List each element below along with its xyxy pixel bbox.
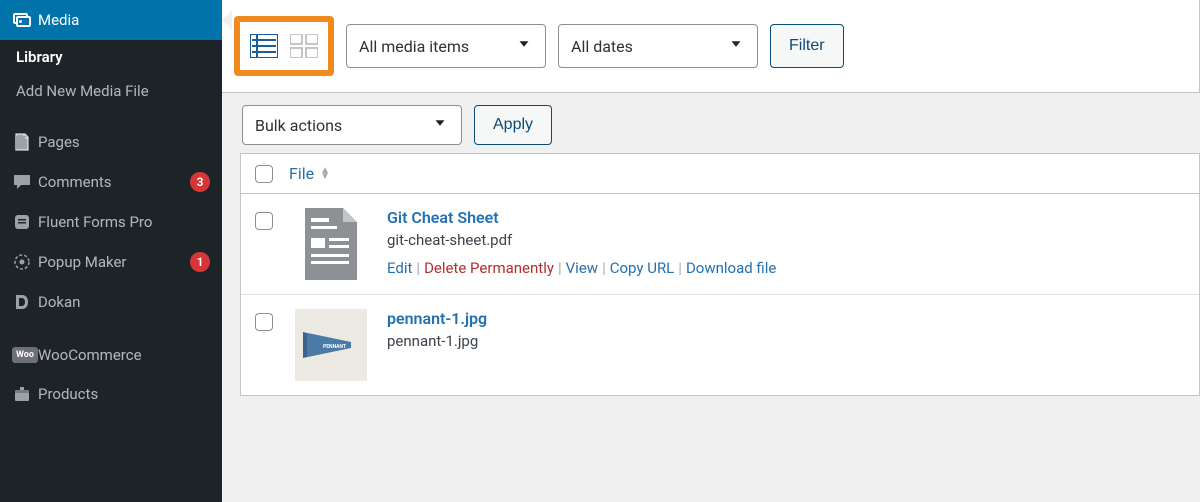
sort-indicator-icon: ▲▼ — [320, 168, 330, 180]
pages-icon — [12, 132, 38, 152]
file-info: Git Cheat Sheet git-cheat-sheet.pdf Edit|D… — [387, 208, 776, 277]
list-icon — [250, 34, 278, 58]
sidebar-item-products[interactable]: Products — [0, 374, 222, 414]
row-checkbox[interactable] — [255, 212, 273, 230]
date-filter-label: All dates — [571, 37, 633, 56]
action-edit[interactable]: Edit — [387, 259, 412, 277]
sidebar-item-label: Products — [38, 385, 210, 403]
file-info: pennant-1.jpg pennant-1.jpg — [387, 309, 487, 350]
bulk-actions-select[interactable]: Bulk actions — [242, 105, 462, 145]
apply-button[interactable]: Apply — [474, 105, 552, 145]
sidebar-item-label: Pages — [38, 133, 210, 151]
sidebar-item-label: WooCommerce — [38, 346, 210, 364]
sidebar-item-dokan[interactable]: Dokan — [0, 282, 222, 322]
date-filter[interactable]: All dates — [558, 24, 758, 68]
file-name: pennant-1.jpg — [387, 332, 487, 350]
dokan-icon — [12, 292, 38, 312]
document-icon — [295, 208, 367, 280]
row-checkbox[interactable] — [255, 313, 273, 331]
sidebar-item-popup-maker[interactable]: Popup Maker 1 — [0, 242, 222, 282]
chevron-down-icon — [431, 114, 449, 136]
form-icon — [12, 212, 38, 232]
sidebar-sub-add-new[interactable]: Add New Media File — [0, 74, 222, 108]
sidebar-item-label: Dokan — [38, 293, 210, 311]
notification-badge: 3 — [190, 172, 210, 192]
column-header-file-label: File — [289, 164, 314, 183]
file-title[interactable]: pennant-1.jpg — [387, 309, 487, 328]
action-download-file[interactable]: Download file — [686, 259, 776, 277]
chevron-down-icon — [515, 35, 533, 57]
comment-icon — [12, 172, 38, 192]
table-row: PENNANT pennant-1.jpg pennant-1.jpg — [241, 295, 1199, 395]
file-title[interactable]: Git Cheat Sheet — [387, 208, 776, 227]
woo-icon: Woo — [12, 347, 38, 363]
bulk-actions-label: Bulk actions — [255, 116, 342, 135]
table-row: Git Cheat Sheet git-cheat-sheet.pdf Edit|D… — [241, 194, 1199, 295]
sidebar-item-label: Popup Maker — [38, 253, 184, 271]
sidebar-item-label: Comments — [38, 173, 184, 191]
sidebar-item-comments[interactable]: Comments 3 — [0, 162, 222, 202]
view-mode-highlight — [234, 16, 334, 76]
action-copy-url[interactable]: Copy URL — [610, 259, 675, 277]
bulk-actions-bar: Bulk actions Apply — [222, 93, 1200, 153]
media-icon — [12, 10, 38, 30]
media-type-filter[interactable]: All media items — [346, 24, 546, 68]
file-name: git-cheat-sheet.pdf — [387, 231, 776, 249]
products-icon — [12, 384, 38, 404]
select-all-checkbox[interactable] — [255, 165, 273, 183]
sidebar-sub-library[interactable]: Library — [0, 40, 222, 74]
row-actions: Edit|Delete Permanently|View|Copy URL|Do… — [387, 259, 776, 277]
action-delete-permanently[interactable]: Delete Permanently — [424, 259, 554, 277]
action-view[interactable]: View — [566, 259, 598, 277]
sidebar-item-pages[interactable]: Pages — [0, 122, 222, 162]
chevron-down-icon — [727, 35, 745, 57]
grid-view-button[interactable] — [286, 28, 322, 64]
table-header: File ▲▼ — [241, 154, 1199, 194]
media-type-filter-label: All media items — [359, 37, 469, 56]
sidebar-label: Media — [38, 11, 210, 29]
svg-text:PENNANT: PENNANT — [323, 344, 346, 350]
image-thumbnail: PENNANT — [295, 309, 367, 381]
sidebar-item-woocommerce[interactable]: WooWooCommerce — [0, 336, 222, 374]
filter-button[interactable]: Filter — [770, 24, 844, 68]
sidebar-item-label: Fluent Forms Pro — [38, 213, 210, 231]
notification-badge: 1 — [190, 252, 210, 272]
popup-icon — [12, 252, 38, 272]
column-header-file[interactable]: File ▲▼ — [289, 164, 330, 183]
sidebar-item-media[interactable]: Media — [0, 0, 222, 40]
list-view-button[interactable] — [246, 28, 282, 64]
media-table: File ▲▼ Git Cheat Sheet git-cheat-sheet.p… — [240, 153, 1200, 396]
media-toolbar: All media items All dates Filter — [222, 0, 1200, 93]
main-content: All media items All dates Filter Bulk ac… — [222, 0, 1200, 502]
admin-sidebar: Media Library Add New Media File Pages Co… — [0, 0, 222, 502]
grid-icon — [290, 34, 318, 58]
sidebar-item-fluent-forms-pro[interactable]: Fluent Forms Pro — [0, 202, 222, 242]
